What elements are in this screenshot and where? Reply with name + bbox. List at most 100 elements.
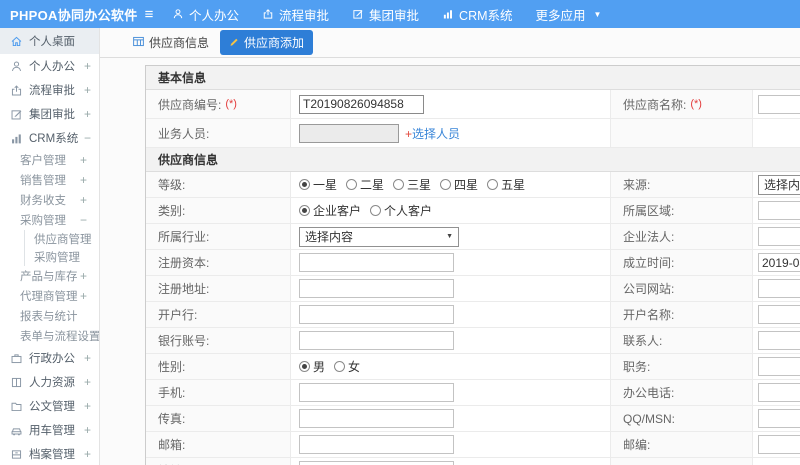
legal-person-input[interactable] — [758, 227, 800, 246]
sidebar-item-agent-mgmt[interactable]: 代理商管理 + — [0, 286, 99, 306]
form-row-mobile-officephone: 手机: 办公电话: — [146, 380, 800, 406]
table-icon — [132, 35, 145, 51]
tab-supplier-add[interactable]: 供应商添加 — [220, 30, 314, 55]
sidebar-item-vehicle-mgmt[interactable]: 用车管理 + — [0, 418, 99, 442]
section-header-supplier: 供应商信息 — [146, 148, 800, 172]
reg-address-input[interactable] — [299, 279, 454, 298]
radio-option[interactable]: 企业客户 — [299, 202, 361, 219]
form-row-regaddress-website: 注册地址: 公司网站: — [146, 276, 800, 302]
sidebar-item-workflow-approval[interactable]: 流程审批 + — [0, 78, 99, 102]
field-label: 公司网站: — [623, 282, 675, 296]
nav-personal-office[interactable]: 个人办公 — [172, 5, 239, 24]
expand-plus-icon[interactable]: + — [84, 351, 91, 365]
sidebar-item-supplier-mgmt[interactable]: 供应商管理 — [25, 230, 99, 248]
sidebar-item-product-inventory[interactable]: 产品与库存 + — [0, 266, 99, 286]
radio-icon — [393, 179, 405, 190]
field-label: 类别: — [158, 204, 186, 218]
sidebar-item-customer-mgmt[interactable]: 客户管理 + — [0, 150, 99, 170]
email-input[interactable] — [299, 435, 454, 454]
field-label: QQ/MSN: — [623, 411, 676, 426]
form-row-address: 地址: — [146, 458, 800, 465]
expand-plus-icon[interactable]: + — [84, 375, 91, 389]
account-name-input[interactable] — [758, 305, 800, 324]
field-label: 办公电话: — [623, 386, 675, 400]
established-date-input[interactable] — [758, 253, 800, 272]
bank-input[interactable] — [299, 305, 454, 324]
radio-option[interactable]: 女 — [334, 358, 360, 375]
fax-input[interactable] — [299, 409, 454, 428]
sidebar-item-purchasing[interactable]: 采购管理 — [25, 248, 99, 266]
supplier-no-input[interactable] — [299, 94, 424, 114]
radio-option[interactable]: 个人客户 — [370, 202, 432, 219]
industry-select[interactable]: 选择内容 ▼ — [299, 226, 459, 247]
bank-account-input[interactable] — [299, 331, 454, 350]
sidebar-item-admin-office[interactable]: 行政办公 + — [0, 346, 99, 370]
office-phone-input[interactable] — [758, 383, 800, 402]
field-label: 供应商名称: — [623, 97, 687, 112]
radio-option[interactable]: 一星 — [299, 176, 337, 193]
nav-workflow-approval[interactable]: 流程审批 — [262, 5, 329, 24]
plus-icon: + — [405, 126, 413, 141]
tab-supplier-info[interactable]: 供应商信息 — [132, 34, 209, 51]
expand-plus-icon[interactable]: + — [84, 447, 91, 461]
collapse-minus-icon[interactable]: − — [80, 213, 87, 227]
region-input[interactable] — [758, 201, 800, 220]
expand-plus-icon[interactable]: + — [80, 173, 87, 187]
qq-msn-input[interactable] — [758, 409, 800, 428]
expand-plus-icon[interactable]: + — [84, 423, 91, 437]
field-label: 供应商编号: — [158, 97, 222, 112]
expand-plus-icon[interactable]: + — [84, 83, 91, 97]
position-input[interactable] — [758, 357, 800, 376]
form-row-capital-established: 注册资本: 成立时间: — [146, 250, 800, 276]
sidebar-item-finance[interactable]: 财务收支 + — [0, 190, 99, 210]
radio-icon — [299, 179, 310, 190]
expand-plus-icon[interactable]: + — [80, 193, 87, 207]
expand-plus-icon[interactable]: + — [84, 107, 91, 121]
menu-toggle-icon[interactable]: ≡ — [132, 6, 166, 23]
required-marker: (*) — [225, 98, 237, 110]
expand-plus-icon[interactable]: + — [80, 269, 87, 283]
expand-plus-icon[interactable]: + — [80, 289, 87, 303]
field-label: 性别: — [158, 360, 186, 374]
car-icon — [10, 424, 24, 437]
radio-option[interactable]: 三星 — [393, 176, 431, 193]
expand-plus-icon[interactable]: + — [84, 59, 91, 73]
supplier-name-input[interactable] — [758, 94, 800, 114]
sidebar-item-official-docs[interactable]: 公文管理 + — [0, 394, 99, 418]
choose-staff-link[interactable]: +选择人员 — [405, 125, 460, 142]
radio-option[interactable]: 四星 — [440, 176, 478, 193]
business-staff-input[interactable] — [299, 123, 399, 143]
field-label: 业务人员: — [158, 126, 210, 141]
sidebar-item-hr[interactable]: 人力资源 + — [0, 370, 99, 394]
website-input[interactable] — [758, 279, 800, 298]
address-input[interactable] — [299, 461, 454, 465]
field-label: 成立时间: — [623, 256, 675, 270]
mobile-input[interactable] — [299, 383, 454, 402]
expand-plus-icon[interactable]: + — [84, 399, 91, 413]
sidebar-item-form-flow-settings[interactable]: 表单与流程设置 + — [0, 326, 99, 346]
sidebar-item-personal-office[interactable]: 个人办公 + — [0, 54, 99, 78]
zip-input[interactable] — [758, 435, 800, 454]
source-select[interactable]: 选择内容▼ — [758, 174, 800, 195]
sidebar-item-reports[interactable]: 报表与统计 — [0, 306, 99, 326]
user-icon — [10, 60, 24, 73]
bar-chart-icon — [442, 8, 454, 20]
sidebar-item-group-approval[interactable]: 集团审批 + — [0, 102, 99, 126]
nav-crm-system[interactable]: CRM系统 — [442, 5, 513, 24]
field-label: 所属区域: — [623, 204, 675, 218]
expand-plus-icon[interactable]: + — [80, 153, 87, 167]
collapse-minus-icon[interactable]: − — [84, 131, 91, 145]
nav-group-approval[interactable]: 集团审批 — [352, 5, 419, 24]
sidebar-item-desktop[interactable]: 个人桌面 — [0, 28, 99, 54]
sidebar-item-sales-mgmt[interactable]: 销售管理 + — [0, 170, 99, 190]
nav-more-apps[interactable]: 更多应用 ▼ — [536, 5, 602, 24]
sidebar-item-crm[interactable]: CRM系统 − — [0, 126, 99, 150]
radio-option[interactable]: 男 — [299, 358, 325, 375]
sidebar-item-purchase-mgmt[interactable]: 采购管理 − — [0, 210, 99, 230]
radio-option[interactable]: 二星 — [346, 176, 384, 193]
reg-capital-input[interactable] — [299, 253, 454, 272]
sidebar-item-archive-mgmt[interactable]: 档案管理 + — [0, 442, 99, 465]
contact-input[interactable] — [758, 331, 800, 350]
radio-option[interactable]: 五星 — [487, 176, 525, 193]
purchase-submenu: 供应商管理 采购管理 — [24, 230, 99, 266]
